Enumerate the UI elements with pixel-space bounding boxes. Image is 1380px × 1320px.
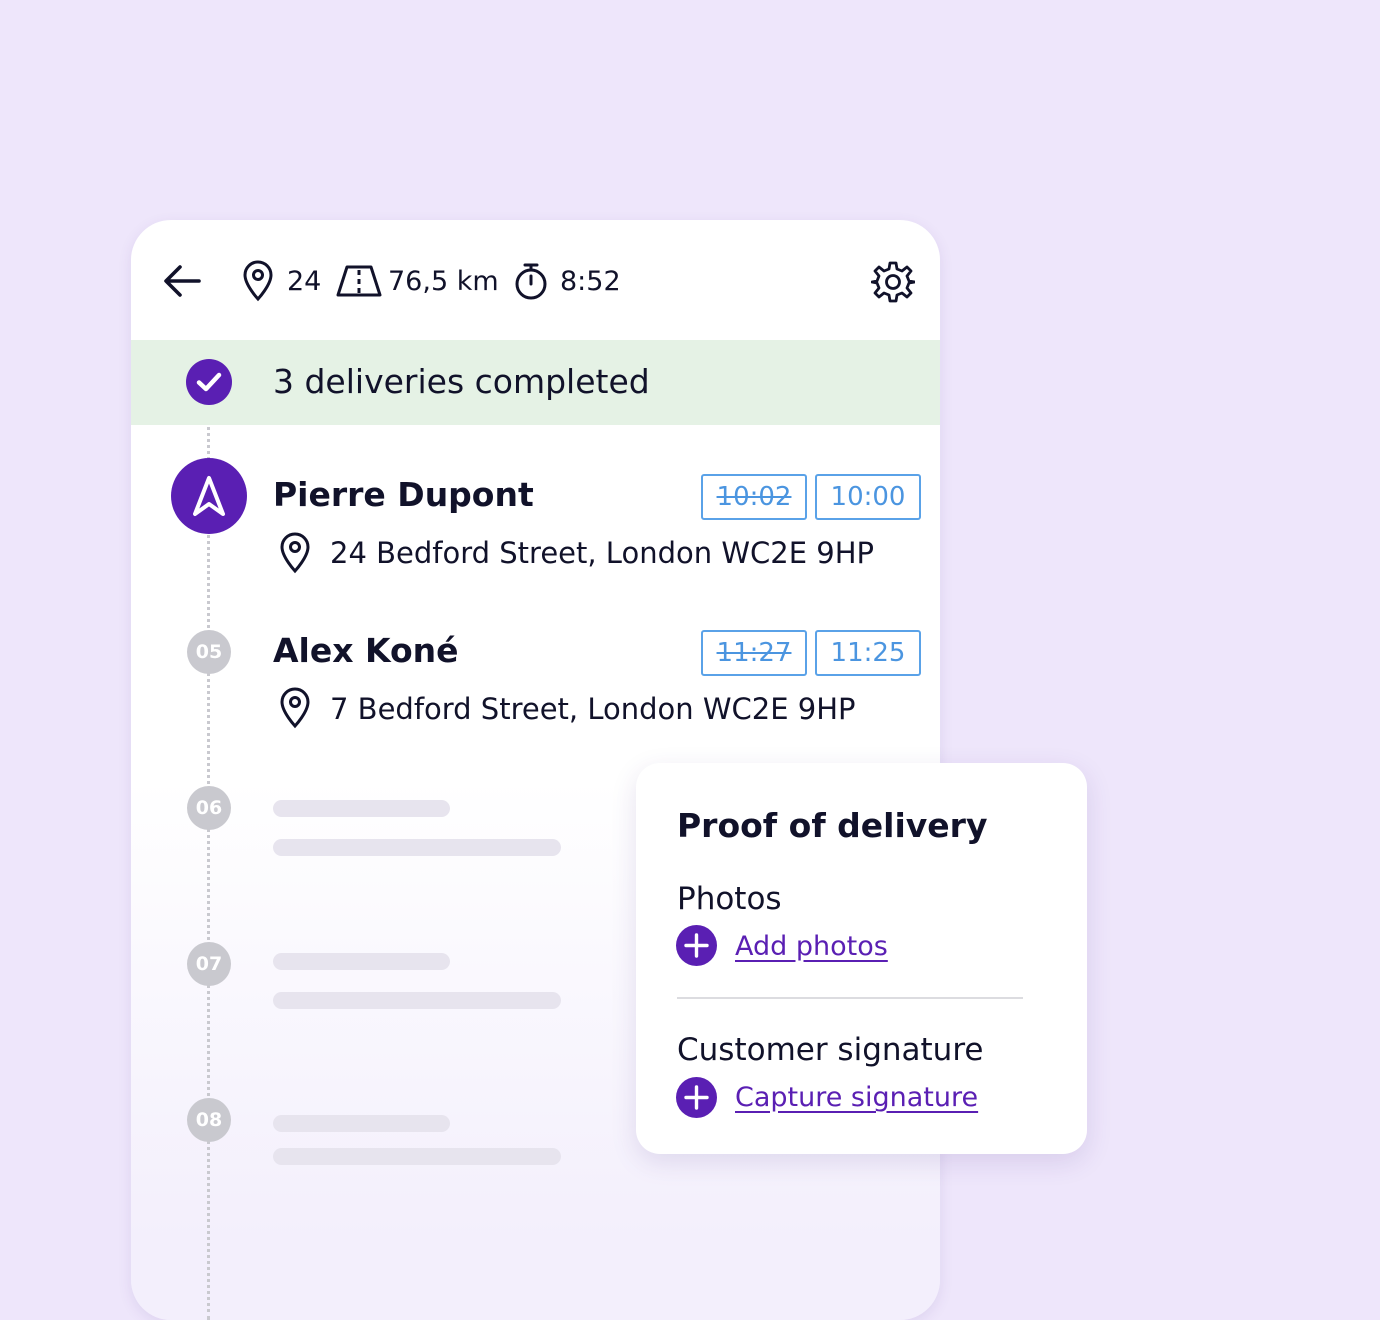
skeleton-line bbox=[273, 800, 450, 817]
route-distance: 76,5 km bbox=[388, 266, 499, 297]
stops-count: 24 bbox=[287, 266, 322, 297]
skeleton-line bbox=[273, 953, 450, 970]
skeleton-line bbox=[273, 1148, 561, 1165]
stop-number-badge: 08 bbox=[187, 1098, 231, 1142]
stop-number-badge: 07 bbox=[187, 942, 231, 986]
road-icon bbox=[336, 265, 382, 297]
stopwatch-icon bbox=[515, 263, 547, 300]
stop-number-badge: 05 bbox=[187, 630, 231, 674]
stop-number-badge: 06 bbox=[187, 786, 231, 830]
timeline-connector bbox=[207, 420, 210, 1320]
planned-time-chip: 11:27 bbox=[701, 630, 807, 676]
stop-customer-name: Pierre Dupont bbox=[273, 475, 534, 514]
skeleton-line bbox=[273, 1115, 450, 1132]
map-pin-icon bbox=[280, 687, 310, 729]
check-circle-icon bbox=[186, 359, 232, 405]
planned-time-chip: 10:02 bbox=[701, 474, 807, 520]
gear-icon[interactable] bbox=[871, 260, 915, 304]
skeleton-line bbox=[273, 839, 561, 856]
map-pin-icon bbox=[280, 532, 310, 574]
stop-customer-name: Alex Koné bbox=[273, 631, 459, 670]
skeleton-line bbox=[273, 992, 561, 1009]
plus-icon[interactable] bbox=[676, 1077, 717, 1118]
completed-deliveries-banner[interactable]: 3 deliveries completed bbox=[131, 340, 940, 425]
map-pin-icon bbox=[243, 260, 273, 302]
stop-address: 24 Bedford Street, London WC2E 9HP bbox=[330, 536, 874, 570]
back-arrow-icon[interactable] bbox=[161, 260, 203, 302]
route-header: 24 76,5 km 8:52 bbox=[131, 220, 940, 340]
estimated-time-chip: 10:00 bbox=[815, 474, 921, 520]
divider bbox=[677, 997, 1023, 999]
add-photos-link[interactable]: Add photos bbox=[735, 930, 888, 964]
completed-deliveries-text: 3 deliveries completed bbox=[273, 362, 650, 401]
card-title: Proof of delivery bbox=[677, 806, 988, 845]
photos-label: Photos bbox=[677, 881, 782, 917]
proof-of-delivery-card: Proof of delivery Photos Add photos Cust… bbox=[636, 763, 1087, 1154]
customer-signature-label: Customer signature bbox=[677, 1032, 984, 1068]
route-duration: 8:52 bbox=[560, 266, 621, 297]
estimated-time-chip: 11:25 bbox=[815, 630, 921, 676]
capture-signature-link[interactable]: Capture signature bbox=[735, 1081, 978, 1115]
plus-icon[interactable] bbox=[676, 925, 717, 966]
stop-address: 7 Bedford Street, London WC2E 9HP bbox=[330, 692, 856, 726]
navigation-icon[interactable] bbox=[171, 458, 247, 534]
